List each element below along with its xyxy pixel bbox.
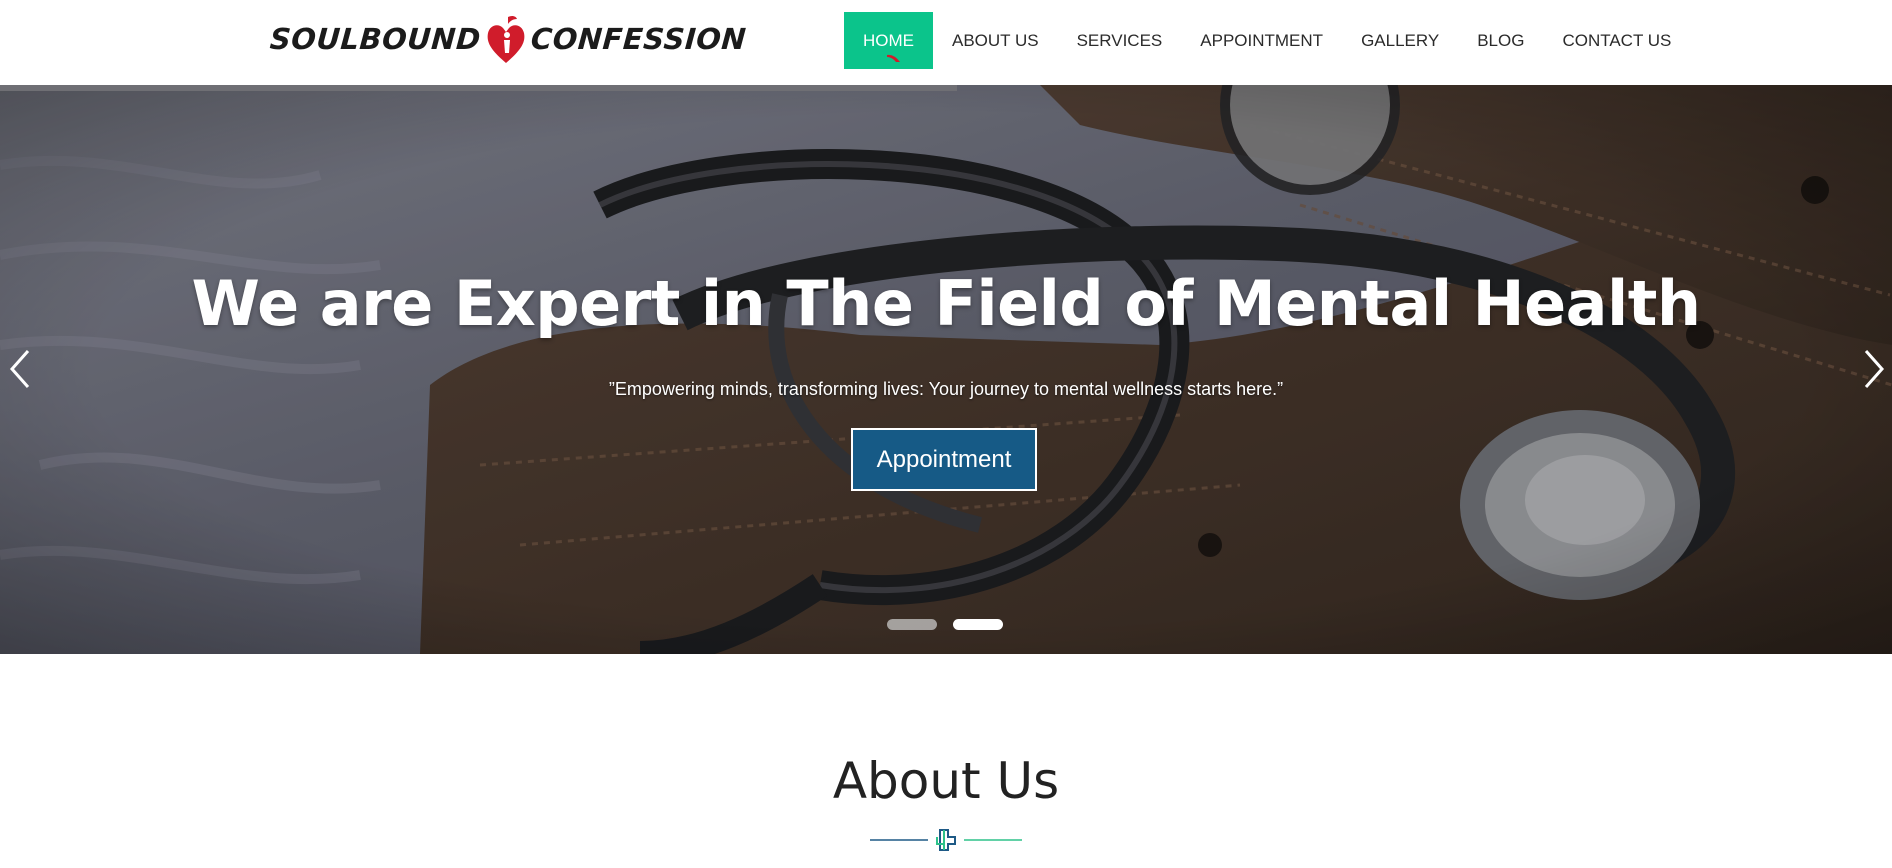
- hero-title: We are Expert in The Field of Mental Hea…: [191, 267, 1701, 340]
- section-divider: [870, 829, 1022, 851]
- about-section-title: About Us: [832, 752, 1060, 810]
- heart-logo-icon: [487, 15, 525, 63]
- hero-slider: We are Expert in The Field of Mental Hea…: [0, 85, 1892, 654]
- nav-gallery-label: GALLERY: [1361, 31, 1440, 50]
- active-indicator-icon: [887, 54, 900, 62]
- nav-services[interactable]: SERVICES: [1058, 12, 1182, 69]
- nav-blog-label: BLOG: [1477, 31, 1525, 50]
- nav-blog[interactable]: BLOG: [1458, 12, 1543, 69]
- site-header: SOULBOUND CONFESSION HOME ABOUT US SERVI…: [0, 0, 1892, 85]
- medical-cross-icon: [936, 829, 956, 851]
- hero-tagline: ”Empowering minds, transforming lives: Y…: [608, 379, 1284, 399]
- chevron-right-icon[interactable]: [1858, 347, 1888, 391]
- nav-home[interactable]: HOME: [844, 12, 933, 69]
- main-nav: HOME ABOUT US SERVICES APPOINTMENT GALLE…: [844, 12, 1690, 69]
- nav-about-us[interactable]: ABOUT US: [933, 12, 1058, 69]
- nav-contact-us-label: CONTACT US: [1562, 31, 1672, 50]
- nav-gallery[interactable]: GALLERY: [1342, 12, 1458, 69]
- hero-overlay: [0, 85, 1892, 654]
- logo-text-right: CONFESSION: [529, 22, 748, 56]
- slide-dot-1[interactable]: [887, 619, 937, 630]
- nav-appointment-label: APPOINTMENT: [1200, 31, 1324, 50]
- appointment-button[interactable]: Appointment: [851, 428, 1037, 491]
- slide-dot-2[interactable]: [953, 619, 1003, 630]
- nav-home-label: HOME: [863, 31, 914, 50]
- logo-text-left: SOULBOUND: [268, 22, 482, 56]
- site-logo[interactable]: SOULBOUND CONFESSION: [268, 12, 748, 66]
- chevron-left-icon[interactable]: [6, 347, 36, 391]
- slider-pagination: [887, 619, 1003, 630]
- nav-contact-us[interactable]: CONTACT US: [1543, 12, 1690, 69]
- nav-services-label: SERVICES: [1076, 31, 1163, 50]
- nav-about-us-label: ABOUT US: [952, 31, 1039, 50]
- slider-progress-bar: [0, 85, 957, 91]
- nav-appointment[interactable]: APPOINTMENT: [1181, 12, 1342, 69]
